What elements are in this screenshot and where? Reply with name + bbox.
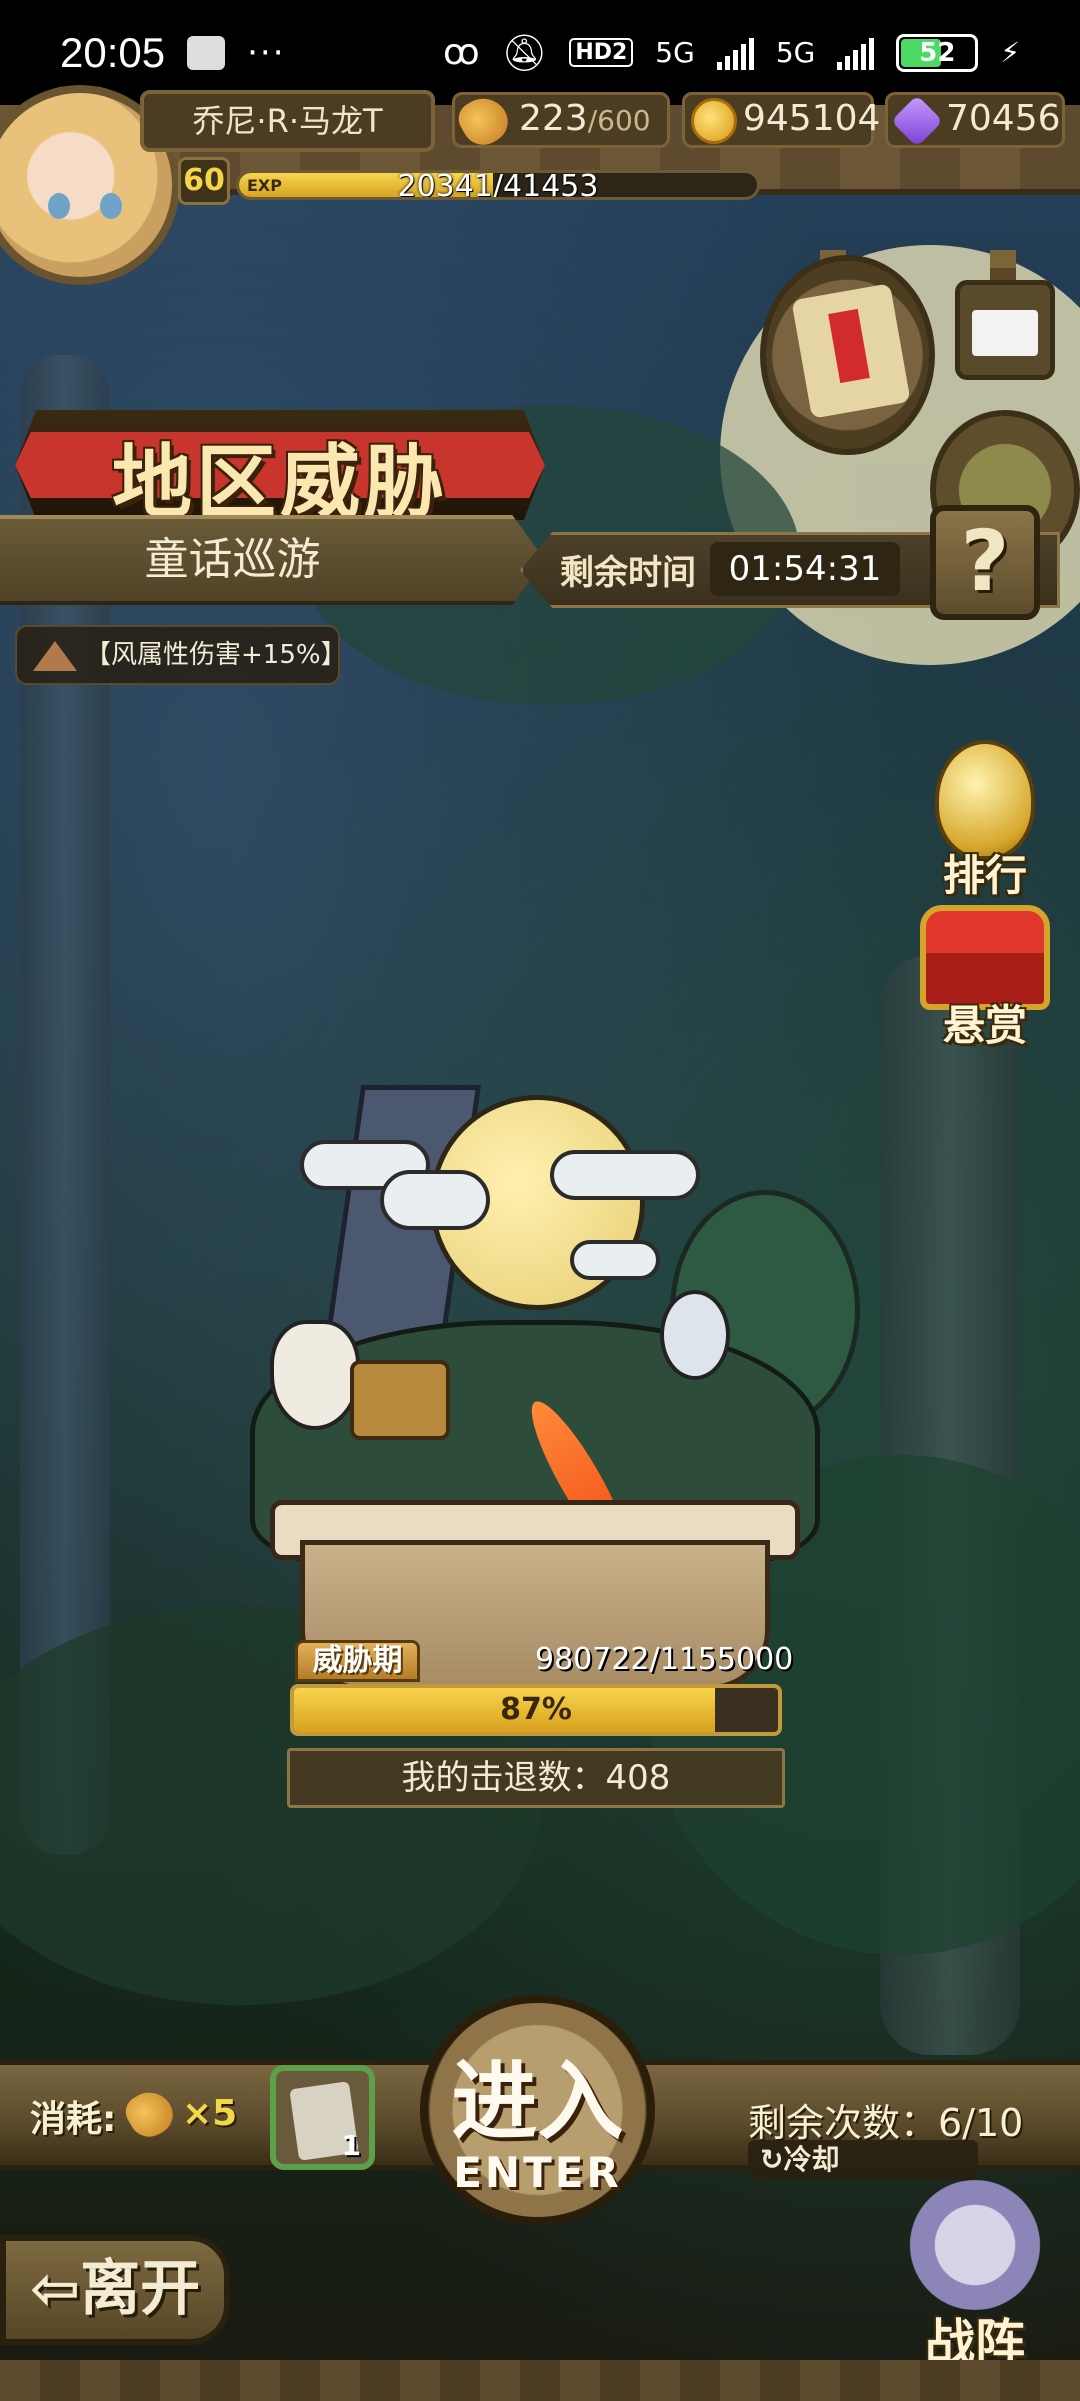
ranking-label: 排行 — [942, 851, 1027, 900]
network-type-2: 5G — [775, 36, 816, 69]
cloud — [570, 1240, 660, 1280]
gem-counter[interactable]: 70456 — [885, 92, 1065, 148]
cost-label: 消耗: — [30, 2099, 117, 2140]
sweep-ticket-button[interactable]: 1 — [270, 2065, 375, 2170]
region-name: 童话巡游 — [0, 515, 545, 605]
threat-progress-bar: 87% — [290, 1684, 782, 1736]
signal-strength-icon — [716, 36, 754, 70]
cost-value: ×5 — [182, 2093, 238, 2134]
threat-percent: 87% — [500, 1692, 572, 1727]
my-kill-count: 我的击退数：408 — [287, 1748, 785, 1808]
stamina-max: /600 — [587, 104, 651, 137]
gold-chest — [350, 1360, 450, 1440]
gold-value: 945104 — [743, 98, 881, 139]
stamina-counter[interactable]: 223/600 — [452, 89, 670, 153]
player-name: 乔尼·R·马龙T — [140, 90, 435, 152]
quest-scroll-button[interactable] — [760, 255, 935, 455]
stamina-value: 223 — [519, 98, 588, 139]
signal-strength-icon-2 — [837, 36, 875, 70]
bottom-wood-frame — [0, 2360, 1080, 2401]
gem-value: 70456 — [946, 98, 1061, 139]
timer-label: 剩余时间 — [560, 553, 696, 593]
gem-icon — [890, 94, 944, 148]
enter-label-cn: 进入 — [451, 2052, 624, 2152]
player-level: 60 — [178, 157, 230, 205]
remaining-attempts: 剩余次数：6/10 — [748, 2101, 1024, 2145]
reward-label: 悬赏 — [942, 1001, 1027, 1050]
clock: 20:05 — [60, 28, 166, 76]
ranking-button[interactable]: 排行 — [915, 740, 1055, 903]
cloud — [550, 1150, 700, 1200]
bunny — [660, 1290, 730, 1380]
exp-bar: EXP 20341/41453 — [236, 170, 760, 200]
buff-text: 【风属性伤害+15%】 — [85, 640, 347, 670]
buff-tag[interactable]: 【风属性伤害+15%】 — [15, 625, 347, 685]
exp-value: 20341/41453 — [397, 170, 599, 200]
more-notifications-indicator: ··· — [247, 32, 286, 73]
region-diorama[interactable] — [230, 960, 860, 1690]
envelope-icon — [972, 310, 1038, 356]
mute-bell-icon: 🔕︎ — [501, 32, 548, 74]
skull — [270, 1320, 360, 1430]
formation-characters-icon — [900, 2180, 1050, 2310]
battery-indicator: 52 — [896, 33, 979, 72]
network-type-1: 5G — [655, 36, 695, 69]
notification-app-icon — [187, 35, 226, 70]
ticket-count: 1 — [341, 2129, 361, 2162]
leave-button[interactable]: ⇦离开 — [0, 2235, 230, 2345]
charging-icon: ⚡ — [1000, 36, 1020, 69]
bread-icon — [452, 89, 516, 153]
gold-counter[interactable]: 945104 — [682, 92, 880, 148]
wind-element-icon — [33, 641, 77, 671]
help-button[interactable]: ? — [930, 505, 1040, 620]
hd-voice-badge: HD2 — [569, 38, 634, 67]
gold-coin-icon — [691, 98, 737, 144]
mail-button[interactable] — [955, 280, 1055, 380]
timer-value: 01:54:31 — [710, 542, 900, 596]
cloud — [380, 1170, 490, 1230]
threat-value: 980722/1155000 — [535, 1642, 794, 1677]
cooldown-button[interactable]: ↻冷却 — [748, 2140, 978, 2180]
wireless-icon: ꝏ — [442, 32, 480, 73]
reward-button[interactable]: 悬赏 — [915, 905, 1055, 1053]
threat-phase-tag: 威胁期 — [295, 1640, 420, 1682]
enter-button[interactable]: 进入 ENTER — [420, 1995, 655, 2225]
formation-button[interactable]: 战阵 — [880, 2180, 1070, 2380]
enter-label-en: ENTER — [453, 2148, 622, 2197]
